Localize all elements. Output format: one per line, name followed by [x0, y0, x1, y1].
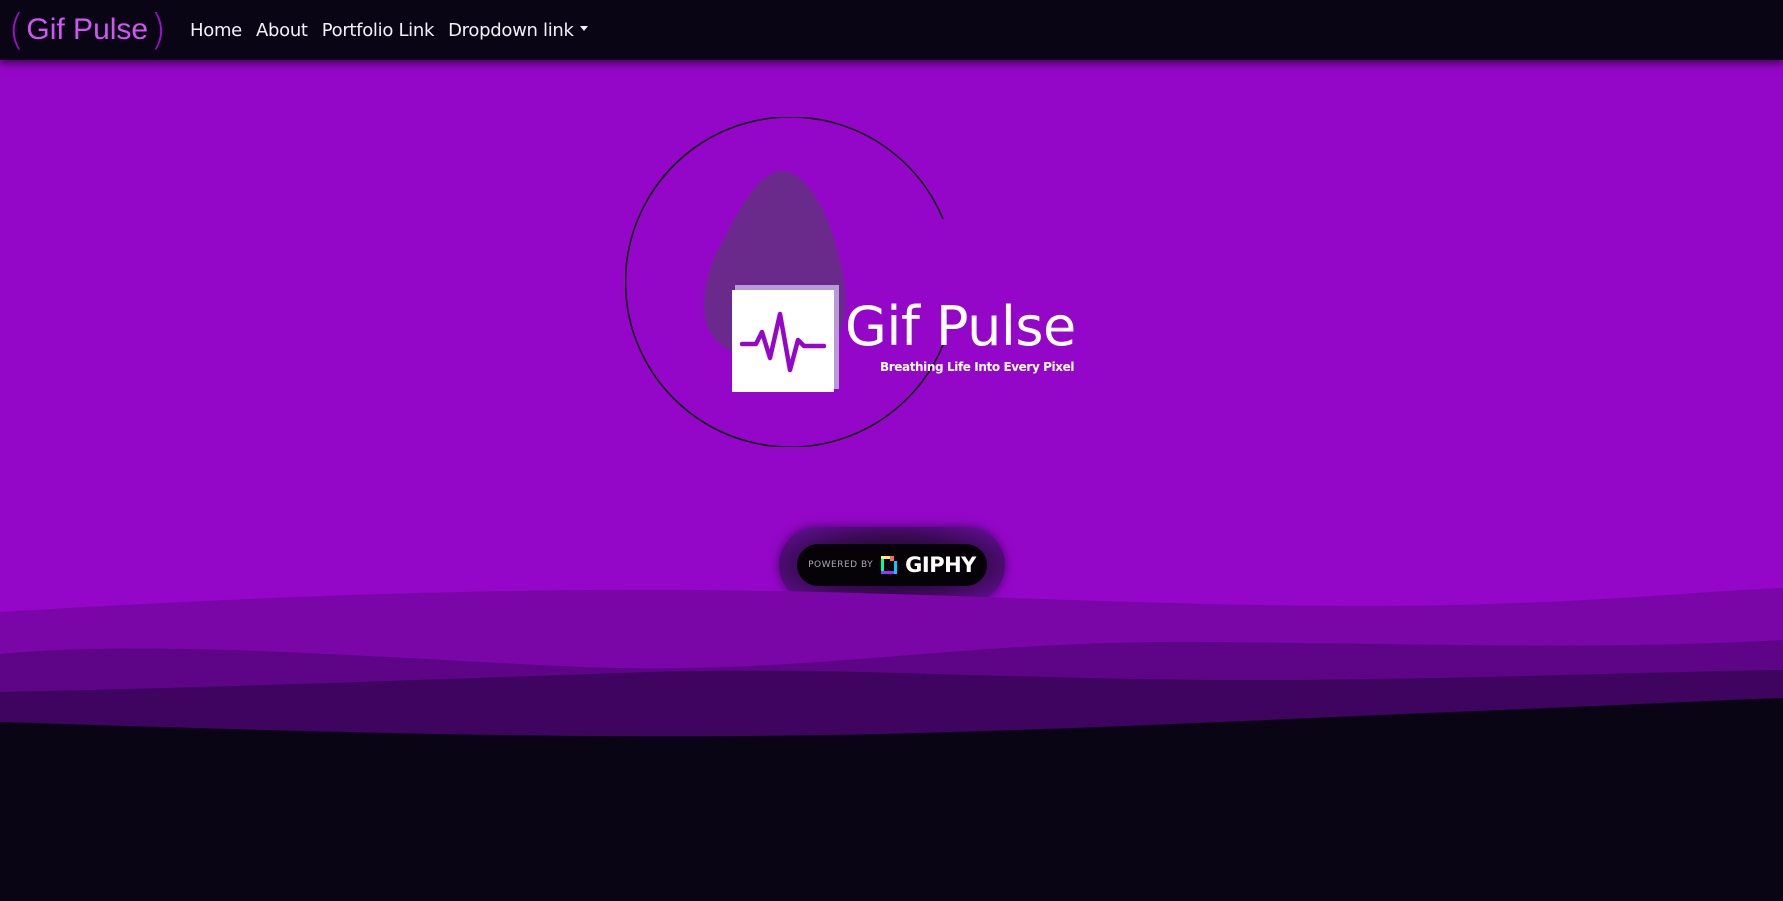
logo-title: Gif Pulse [845, 295, 1076, 358]
nav-link-portfolio[interactable]: Portfolio Link [315, 20, 441, 41]
logo-square [732, 290, 834, 392]
pulse-icon [740, 311, 826, 373]
nav-links: Home About Portfolio Link Dropdown link [183, 0, 595, 60]
hero-waves [0, 588, 1783, 760]
nav-link-about[interactable]: About [249, 20, 315, 41]
giphy-brand-text: GIPHY [905, 553, 976, 577]
top-navbar: ( Gif Pulse ) Home About Portfolio Link … [0, 0, 1783, 60]
caret-down-icon [579, 26, 588, 31]
hero-logo: Gif Pulse Breathing Life Into Every Pixe… [625, 117, 1085, 457]
logo-tagline: Breathing Life Into Every Pixel [880, 360, 1075, 374]
brand-logo-link[interactable]: ( Gif Pulse ) [8, 6, 167, 54]
powered-by-text: POWERED BY [808, 560, 874, 570]
nav-link-home[interactable]: Home [183, 20, 249, 41]
brand-name: Gif Pulse [26, 13, 149, 46]
nav-dropdown-label: Dropdown link [448, 19, 574, 41]
giphy-logo-icon [881, 556, 898, 574]
hero-section: Gif Pulse Breathing Life Into Every Pixe… [0, 60, 1783, 760]
brand-right-arc-icon: ) [150, 5, 167, 54]
nav-dropdown-toggle[interactable]: Dropdown link [441, 20, 595, 41]
brand-left-arc-icon: ( [8, 5, 25, 54]
